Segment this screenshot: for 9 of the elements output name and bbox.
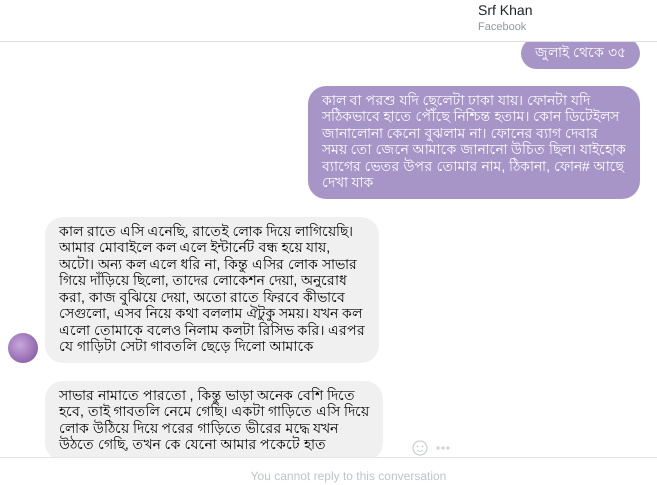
- message-bubble: সাভার নামাতে পারতো , কিন্তু ভাড়া অনেক বেশি দিতে হবে, তাই গাবতলি নেমে গেছি। একটা গাড়িতে এসি দিয়ে লোক উঠিয়ে দিয়ে পরের গাড়িতে ভীরের মদ্ধে যখন উঠতে গেছি, তখন কে যেনো আমার পকেটে হাত: [45, 380, 384, 460]
- contact-source: Facebook: [478, 21, 526, 33]
- smiley-icon[interactable]: [412, 440, 428, 456]
- reply-disabled-notice: You cannot reply to this conversation: [250, 469, 446, 483]
- more-icon[interactable]: [436, 446, 450, 450]
- contact-name: Srf Khan: [478, 2, 532, 18]
- message-bubble: কাল বা পরশু যদি ছেলেটা ঢাকা যায়। ফোনটা যদি সঠিকভাবে হাতে পৌঁছে নিশ্চিন্ত হতাম। কোন ডিটেইলস জানালোনা কেনো বুঝলাম না। ফোনের ব্যাগ দেবার সময় তো জেনে আমাকে জানানো উচিত ছিল। যাইহোক ব্যাগের ভেতর উপর তোমার নাম, ঠিকানা, ফোন# আছে দেখা যাক: [308, 86, 640, 198]
- message-bubble: জুলাই থেকে ৩৫: [521, 42, 640, 68]
- message-bubble: কাল রাতে এসি এনেছি, রাতেই লোক দিয়ে লাগিয়েছি। আমার মোবাইলে কল এলে ইন্টার্নেট বন্ধ হয়ে যায়, অটো। অন্য কল এলে ধরি না, কিন্তু এসির লোক সাভার গিয়ে দাঁড়িয়ে ছিলো, তাদের লোকেশন দেয়া, অনুরোধ করা, কাজ বুঝিয়ে দেয়া, অতো রাতে ফিরবে কীভাবে সেগুলো, এসব নিয়ে কথা বললাম ঐটুকু সময়। যখন কল এলো তোমাকে বলেও নিলাম কলটা রিসিভ করি। এরপর যে গাড়িটা সেটা গাবতলি ছেড়ে দিলো আমাকে: [45, 216, 380, 362]
